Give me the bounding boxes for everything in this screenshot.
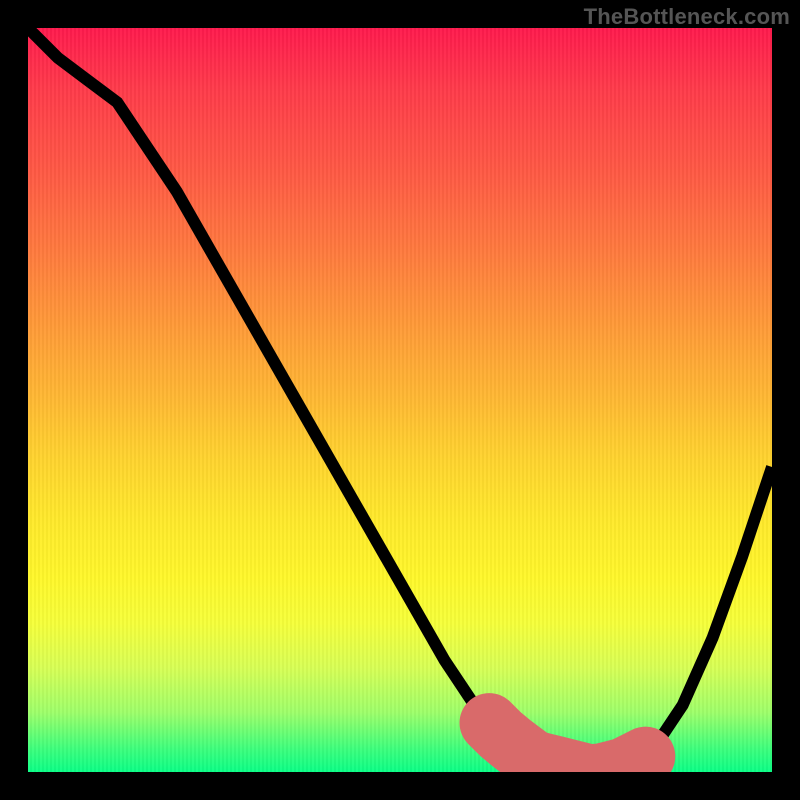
- chart-frame: TheBottleneck.com: [0, 0, 800, 800]
- bottleneck-curve: [28, 28, 772, 772]
- watermark-text: TheBottleneck.com: [584, 4, 790, 30]
- optimal-range-highlight: [489, 723, 645, 772]
- chart-svg: [28, 28, 772, 772]
- plot-area: [28, 28, 772, 772]
